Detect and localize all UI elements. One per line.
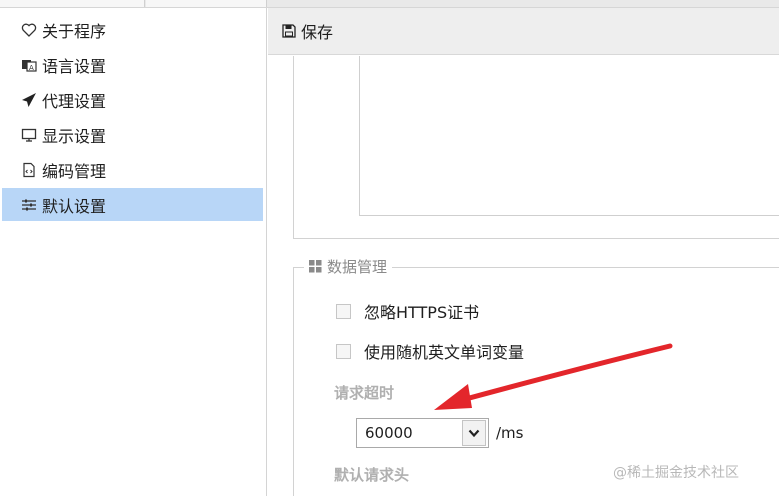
- sidebar-item-about[interactable]: 关于程序: [2, 13, 263, 46]
- chevron-down-icon: [468, 429, 480, 438]
- sidebar-item-label: 默认设置: [42, 196, 107, 216]
- group-legend: 数据管理: [304, 256, 393, 277]
- save-button[interactable]: 保存: [282, 19, 333, 43]
- watermark: @稀土掘金技术社区: [613, 465, 739, 481]
- save-button-label: 保存: [301, 23, 334, 42]
- sliders-icon: [21, 197, 37, 213]
- svg-text:A: A: [29, 64, 34, 72]
- dropdown-toggle[interactable]: [462, 420, 486, 446]
- window-top-strip: [0, 0, 779, 8]
- default-headers-label: 默认请求头: [334, 466, 410, 484]
- timeout-label: 请求超时: [334, 384, 395, 402]
- random-word-variable-checkbox[interactable]: [336, 343, 351, 359]
- sidebar-item-label: 代理设置: [42, 91, 107, 111]
- sidebar-item-language[interactable]: A 语言设置: [2, 48, 263, 81]
- checkbox-label: 忽略HTTPS证书: [364, 303, 480, 322]
- sidebar-item-proxy[interactable]: 代理设置: [2, 83, 263, 116]
- timeout-select-value: 60000: [365, 424, 413, 442]
- language-icon: A: [21, 57, 37, 73]
- sidebar-item-encoding[interactable]: 编码管理: [2, 153, 263, 186]
- grid-icon: [309, 260, 322, 273]
- toolbar: 保存: [268, 8, 779, 55]
- settings-content: 数据管理 忽略HTTPS证书 使用随机英文单词变量 请求超时 60000 /ms…: [268, 56, 779, 496]
- top-tab[interactable]: [0, 0, 145, 7]
- top-tab[interactable]: [146, 0, 267, 7]
- timeout-unit: /ms: [496, 424, 524, 442]
- annotation-arrow: [434, 343, 673, 410]
- group-legend-label: 数据管理: [327, 258, 388, 276]
- code-file-icon: [21, 162, 37, 178]
- paper-plane-icon: [21, 92, 37, 108]
- sidebar-item-label: 编码管理: [42, 161, 107, 181]
- ignore-https-checkbox[interactable]: [336, 303, 351, 319]
- floppy-disk-icon: [282, 24, 296, 38]
- text-area[interactable]: [359, 56, 779, 216]
- settings-sidebar: 关于程序 A 语言设置 代理设置 显示设置 编码管理 默认设置: [0, 8, 267, 496]
- ignore-https-checkbox-row[interactable]: 忽略HTTPS证书: [336, 299, 479, 323]
- heart-icon: [21, 22, 37, 38]
- sidebar-item-display[interactable]: 显示设置: [2, 118, 263, 151]
- monitor-icon: [21, 127, 37, 143]
- frame-border: [293, 56, 294, 238]
- sidebar-item-defaults[interactable]: 默认设置: [2, 188, 263, 221]
- sidebar-item-label: 关于程序: [42, 21, 107, 41]
- sidebar-item-label: 显示设置: [42, 126, 107, 146]
- sidebar-item-label: 语言设置: [42, 56, 107, 76]
- frame-border: [293, 238, 779, 239]
- timeout-select[interactable]: 60000: [356, 418, 489, 448]
